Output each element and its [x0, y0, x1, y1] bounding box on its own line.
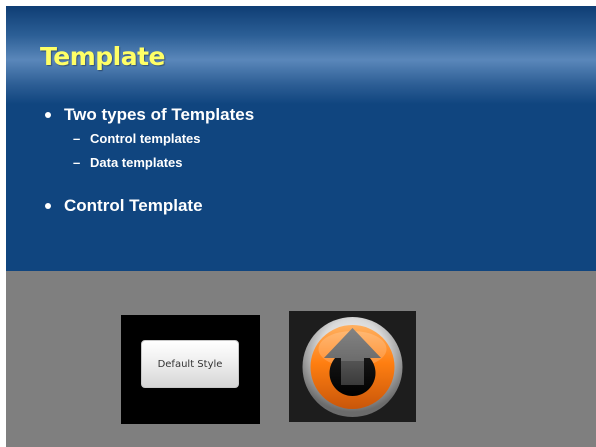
default-style-button-label: Default Style	[157, 358, 223, 370]
sub-bullet-text: Data templates	[90, 155, 183, 170]
sub-bullet-marker: –	[73, 155, 81, 170]
bullet-item: Two types of Templates	[44, 105, 254, 125]
slide: Template Two types of Templates – Contro…	[6, 6, 596, 447]
sub-bullet-item: – Control templates	[44, 131, 254, 147]
sub-bullet-text: Control templates	[90, 131, 201, 146]
default-style-button[interactable]: Default Style	[141, 340, 239, 388]
orange-up-arrow-icon[interactable]	[289, 311, 416, 422]
default-style-image: Default Style	[121, 315, 260, 424]
custom-template-image	[289, 311, 416, 422]
bullet-item: Control Template	[44, 196, 254, 216]
bullet-list: Two types of Templates – Control templat…	[44, 105, 254, 216]
slide-title: Template	[40, 42, 165, 71]
bullet-text: Two types of Templates	[64, 105, 255, 124]
bullet-text: Control Template	[64, 196, 203, 215]
bullet-dot-icon	[45, 112, 51, 118]
bullet-dot-icon	[45, 203, 51, 209]
sub-bullet-item: – Data templates	[44, 155, 254, 171]
sub-bullet-marker: –	[73, 131, 81, 146]
content-panel: Template Two types of Templates – Contro…	[6, 6, 596, 271]
